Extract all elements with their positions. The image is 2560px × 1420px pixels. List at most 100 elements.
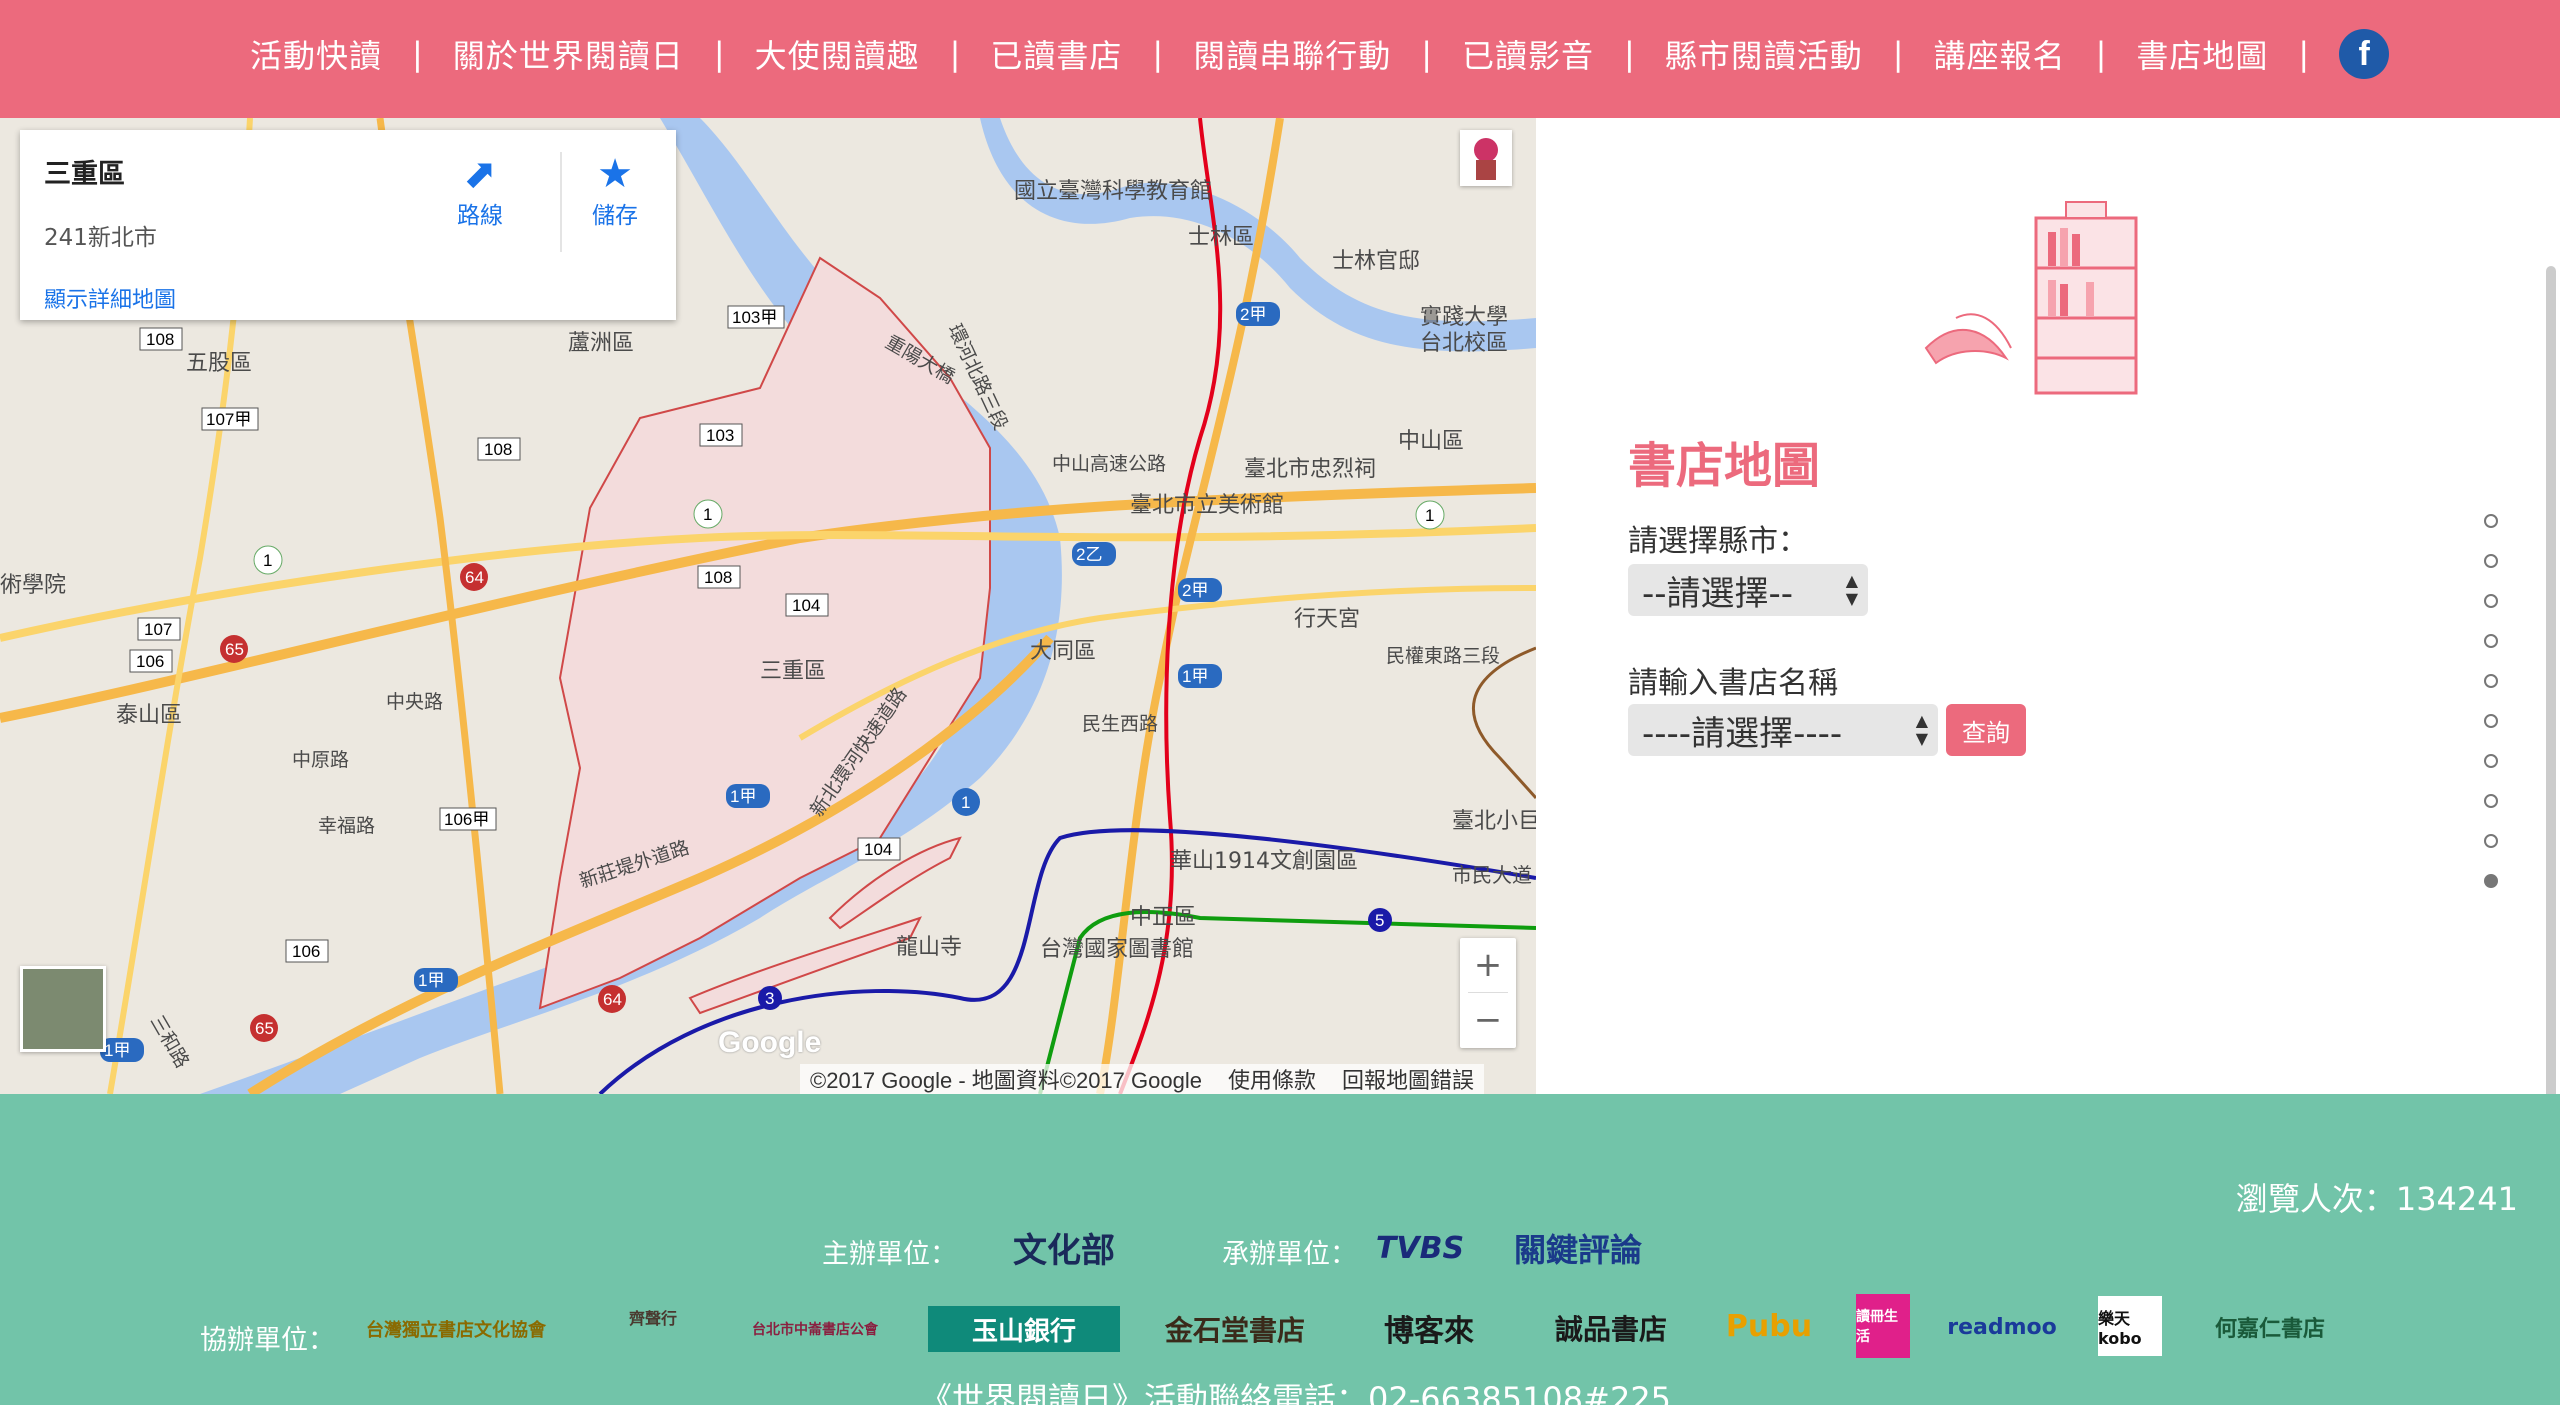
- svg-text:103甲: 103甲: [732, 308, 777, 327]
- store-label: 請輸入書店名稱: [1628, 666, 1838, 701]
- page-dot[interactable]: [2484, 874, 2498, 888]
- page-dot[interactable]: [2484, 514, 2498, 528]
- co-logo-eslite[interactable]: 誠品書店: [1536, 1302, 1686, 1354]
- info-divider: [560, 152, 562, 252]
- pegman-icon[interactable]: [1460, 130, 1512, 186]
- svg-text:臺北市忠烈祠: 臺北市忠烈祠: [1244, 457, 1376, 482]
- svg-text:民權東路三段: 民權東路三段: [1386, 645, 1500, 667]
- co-logo-independent-bookstores[interactable]: 台灣獨立書店文化協會: [352, 1304, 560, 1354]
- co-logo-books-com-tw[interactable]: 博客來: [1350, 1302, 1508, 1354]
- query-button[interactable]: 查詢: [1946, 704, 2026, 756]
- co-logo-esun-bank[interactable]: 玉山銀行: [928, 1306, 1120, 1352]
- top-navigation-bar: 活動快讀 | 關於世界閱讀日 | 大使閱讀趣 | 已讀書店 | 閱讀串聯行動 |…: [0, 0, 2560, 118]
- footer: 瀏覽人次：134241 主辦單位： 文化部 承辦單位： TVBS 關鍵評論 協辦…: [0, 1094, 2560, 1418]
- svg-text:1甲: 1甲: [730, 787, 756, 806]
- svg-text:2甲: 2甲: [1182, 581, 1208, 600]
- svg-text:65: 65: [225, 640, 244, 659]
- place-address: 241新北市: [44, 225, 157, 251]
- place-title: 三重區: [44, 159, 125, 190]
- google-map[interactable]: 三重區 蘆洲區 五股區 泰山區 大同區 中正區 士林區 國立臺灣科學教育館 士林…: [0, 118, 1536, 1094]
- co-logo-taaze[interactable]: 讀冊生活: [1856, 1294, 1910, 1358]
- svg-text:台北校區: 台北校區: [1420, 331, 1508, 356]
- terms-link[interactable]: 使用條款: [1228, 1063, 1316, 1094]
- nav-separator: |: [1892, 35, 1904, 73]
- co-logo-kingstone[interactable]: 金石堂書店: [1152, 1306, 1318, 1352]
- report-error-link[interactable]: 回報地圖錯誤: [1342, 1063, 1474, 1094]
- svg-text:108: 108: [146, 330, 174, 349]
- svg-text:103: 103: [706, 426, 734, 445]
- page-dot[interactable]: [2484, 834, 2498, 848]
- view-larger-map-link[interactable]: 顯示詳細地圖: [44, 282, 176, 314]
- svg-text:107甲: 107甲: [206, 410, 251, 429]
- svg-text:中正區: 中正區: [1130, 905, 1196, 930]
- svg-text:106: 106: [292, 942, 320, 961]
- executor-logo-tvbs[interactable]: TVBS: [1374, 1226, 1466, 1270]
- scrollbar[interactable]: [2546, 266, 2556, 1166]
- nav-separator: |: [1152, 35, 1164, 73]
- svg-text:2甲: 2甲: [1240, 305, 1266, 324]
- svg-text:泰山區: 泰山區: [116, 703, 182, 728]
- nav-item-county-events[interactable]: 縣市閱讀活動: [1665, 31, 1863, 77]
- svg-text:中山高速公路: 中山高速公路: [1052, 453, 1166, 475]
- zoom-in-button[interactable]: +: [1460, 938, 1516, 992]
- county-label: 請選擇縣市：: [1628, 524, 1808, 559]
- executor-label: 承辦單位：: [1222, 1239, 1357, 1270]
- svg-text:市民大道: 市民大道: [1452, 863, 1532, 887]
- svg-text:三和路: 三和路: [146, 1012, 194, 1072]
- svg-text:中原路: 中原路: [292, 749, 349, 771]
- directions-button[interactable]: ⬈ 路線: [440, 152, 520, 230]
- save-button[interactable]: ★ 儲存: [575, 152, 655, 230]
- organizer-label: 主辦單位：: [822, 1239, 957, 1270]
- nav-item-bookstores-read[interactable]: 已讀書店: [990, 31, 1122, 77]
- co-logo-kobo[interactable]: 樂天kobo: [2098, 1296, 2162, 1356]
- page-dot[interactable]: [2484, 794, 2498, 808]
- nav-item-reading-action[interactable]: 閱讀串聯行動: [1193, 31, 1391, 77]
- place-info-card: 三重區 241新北市 顯示詳細地圖 ⬈ 路線 ★ 儲存: [20, 130, 676, 320]
- nav-item-bookstore-map[interactable]: 書店地圖: [2136, 31, 2268, 77]
- svg-text:中山區: 中山區: [1398, 429, 1464, 454]
- page-dot[interactable]: [2484, 674, 2498, 688]
- svg-text:1: 1: [703, 505, 712, 524]
- nav-separator: |: [2298, 35, 2310, 73]
- svg-text:1: 1: [263, 551, 272, 570]
- co-logo-readmoo[interactable]: readmoo: [1944, 1302, 2060, 1352]
- nav-item-lecture-signup[interactable]: 講座報名: [1934, 31, 2066, 77]
- nav-item-news[interactable]: 活動快讀: [250, 31, 382, 77]
- co-organizer-label: 協辦單位：: [200, 1325, 335, 1356]
- svg-text:1甲: 1甲: [1182, 667, 1208, 686]
- nav-separator: |: [1421, 35, 1432, 73]
- svg-text:106: 106: [136, 652, 164, 671]
- star-icon: ★: [597, 151, 633, 197]
- co-logo-bookstore-guild[interactable]: 台北市中崙書店公會: [740, 1294, 890, 1364]
- bookstore-search-panel: 書店地圖 請選擇縣市： --請選擇-- ▲ ▼ 請輸入書店名稱 ----請選擇--…: [1536, 118, 2560, 1166]
- page-dot[interactable]: [2484, 554, 2498, 568]
- nav-item-ambassador[interactable]: 大使閱讀趣: [755, 31, 920, 77]
- satellite-toggle-thumbnail[interactable]: [20, 966, 106, 1052]
- facebook-icon[interactable]: f: [2339, 29, 2390, 79]
- svg-text:1甲: 1甲: [104, 1041, 130, 1060]
- nav-item-videos[interactable]: 已讀影音: [1462, 31, 1594, 77]
- organizer-logo[interactable]: 文化部: [966, 1222, 1162, 1272]
- county-select[interactable]: --請選擇-- ▲ ▼: [1628, 564, 1868, 616]
- nav-separator: |: [713, 35, 725, 73]
- svg-text:64: 64: [465, 568, 484, 587]
- google-logo: Google: [718, 1026, 822, 1059]
- visit-counter: 瀏覽人次：134241: [2235, 1180, 2518, 1218]
- page-dot[interactable]: [2484, 634, 2498, 648]
- svg-text:106甲: 106甲: [444, 810, 489, 829]
- store-select[interactable]: ----請選擇---- ▲ ▼: [1628, 704, 1938, 756]
- page-dot[interactable]: [2484, 714, 2498, 728]
- svg-text:蘆洲區: 蘆洲區: [568, 331, 634, 356]
- co-logo-bear[interactable]: 齊聲行: [600, 1274, 706, 1360]
- bookshelf-illustration-icon: [1924, 201, 2138, 395]
- page-dot[interactable]: [2484, 594, 2498, 608]
- zoom-out-button[interactable]: −: [1460, 993, 1516, 1047]
- nav-separator: |: [412, 35, 423, 73]
- svg-text:107: 107: [144, 620, 172, 639]
- co-logo-pubu[interactable]: Pubu: [1720, 1294, 1818, 1358]
- page-dot[interactable]: [2484, 754, 2498, 768]
- executor-logo-news[interactable]: 關鍵評論: [1486, 1226, 1670, 1270]
- nav-item-about[interactable]: 關於世界閱讀日: [453, 31, 684, 77]
- co-logo-hess[interactable]: 何嘉仁書店: [2190, 1300, 2350, 1354]
- svg-text:108: 108: [484, 440, 512, 459]
